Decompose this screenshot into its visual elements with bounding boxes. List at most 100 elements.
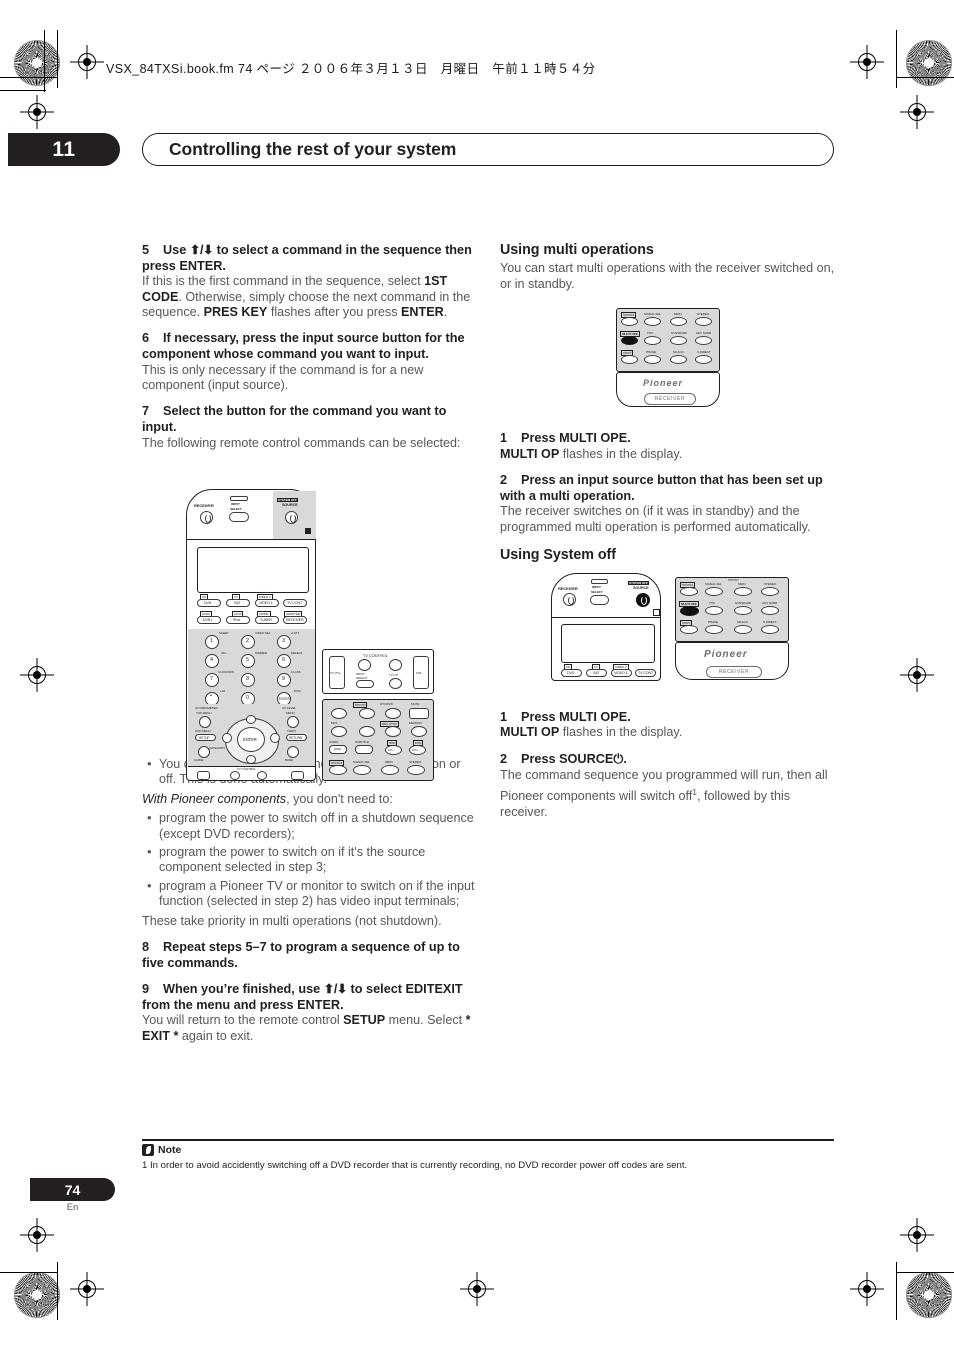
source-key-label: DVD bbox=[204, 601, 212, 605]
adv-surr-label: ADV SURR bbox=[696, 331, 712, 335]
signal-sel-label: SIGNAL SEL bbox=[705, 582, 722, 586]
multi-ope-button[interactable] bbox=[621, 336, 638, 345]
registration-starburst-top-right bbox=[906, 40, 952, 86]
signal-sel-button[interactable] bbox=[644, 317, 661, 326]
vol-label: VOL bbox=[416, 671, 422, 675]
stereo-button[interactable] bbox=[695, 317, 712, 326]
adv-surr-button[interactable] bbox=[695, 336, 712, 345]
source-key-label: TV CONT bbox=[287, 601, 303, 605]
status-button[interactable] bbox=[329, 765, 347, 775]
phase-button[interactable] bbox=[644, 355, 661, 364]
cursor-right-button[interactable] bbox=[270, 733, 280, 743]
mcacc-button[interactable] bbox=[734, 625, 752, 634]
page-language-label: En bbox=[66, 1202, 79, 1213]
standard-button[interactable] bbox=[670, 336, 687, 345]
registration-mark-bottom-right bbox=[850, 1272, 884, 1306]
midnight-button[interactable] bbox=[381, 765, 399, 775]
subtitle-button[interactable] bbox=[355, 745, 373, 754]
tv-ch-up-button[interactable] bbox=[389, 659, 402, 671]
input-select-button[interactable] bbox=[229, 512, 249, 522]
numpad-sub-label: DISC bbox=[294, 689, 301, 693]
step-7-head-text: Select the button for the command you wa… bbox=[142, 404, 447, 434]
receiver-pill-label: RECEIVER bbox=[706, 666, 762, 678]
s-direct-button[interactable] bbox=[695, 355, 712, 364]
guide-button[interactable] bbox=[198, 746, 210, 758]
ir-emitter-icon bbox=[653, 609, 660, 616]
step-9-head-a: When you’re finished, use bbox=[163, 982, 324, 997]
status-button[interactable] bbox=[680, 587, 698, 596]
priority-line: These take priority in multi operations … bbox=[142, 913, 442, 928]
step-5: 5 Use ⬆/⬇ to select a command in the sequ… bbox=[142, 243, 478, 320]
cursor-down-button[interactable] bbox=[246, 755, 256, 764]
midnight-button[interactable] bbox=[670, 317, 687, 326]
phase-label: PHASE bbox=[646, 350, 656, 354]
tv-ch-button-bottom[interactable] bbox=[257, 771, 267, 780]
section-heading-multi-operations: Using multi operations bbox=[500, 242, 654, 258]
signal-sel-button[interactable] bbox=[353, 765, 371, 775]
step-9-body: You will return to the remote control SE… bbox=[142, 1013, 478, 1044]
signal-sel-button[interactable] bbox=[705, 587, 723, 596]
signal-sel-label: SIGNAL SEL bbox=[644, 312, 661, 316]
remote-lcd-display bbox=[561, 624, 655, 663]
registration-starburst-bottom-right bbox=[906, 1272, 952, 1318]
menu-button[interactable] bbox=[287, 716, 299, 728]
step-8-head-text: Repeat steps 5–7 to program a sequence o… bbox=[142, 940, 460, 970]
stop-button[interactable] bbox=[385, 726, 401, 737]
cursor-left-button[interactable] bbox=[222, 733, 232, 743]
list-item: program the power to switch on if it's t… bbox=[147, 844, 478, 876]
source-label: SOURCE bbox=[282, 503, 298, 507]
dtv-dvd-label: DTV/DVD bbox=[380, 702, 393, 706]
system-off-label: SYSTEM OFF bbox=[277, 498, 298, 502]
input-select-button-tv[interactable] bbox=[356, 680, 374, 688]
section-heading-system-off: Using System off bbox=[500, 547, 616, 564]
step-5-bold-3: ENTER bbox=[401, 305, 444, 319]
stereo-button[interactable] bbox=[761, 587, 779, 596]
phase-button[interactable] bbox=[705, 625, 723, 634]
rewind-button[interactable] bbox=[331, 708, 347, 719]
remote-footer-section: Pioneer RECEIVER bbox=[675, 642, 789, 680]
input-select-button[interactable] bbox=[590, 595, 609, 605]
remote-tv-control-panel: TV CONTROL TV VOL INPUT SELECT TV CH VOL… bbox=[322, 649, 434, 781]
mcacc-label: MCACC bbox=[673, 350, 684, 354]
pioneer-logo: Pioneer bbox=[704, 649, 748, 660]
previous-button[interactable] bbox=[331, 726, 347, 737]
pause-button[interactable] bbox=[359, 726, 375, 737]
shift-button[interactable] bbox=[621, 355, 638, 364]
shift-button[interactable] bbox=[680, 625, 698, 634]
source-key-label: TUNER bbox=[260, 618, 272, 622]
multi-ope-button-highlighted[interactable] bbox=[680, 606, 699, 616]
midnight-button[interactable] bbox=[734, 587, 752, 596]
thx-button[interactable] bbox=[705, 606, 723, 615]
source-key-label: SAT bbox=[593, 671, 600, 675]
tv-ch-label: TV CH bbox=[389, 673, 398, 677]
cursor-up-button[interactable] bbox=[246, 715, 256, 724]
mute-button[interactable] bbox=[409, 708, 429, 719]
stereo-button[interactable] bbox=[407, 765, 425, 775]
step-9-body-1: You will return to the remote control bbox=[142, 1013, 344, 1028]
fast-forward-button[interactable] bbox=[385, 708, 401, 719]
step-7-body: The following remote control commands ca… bbox=[142, 435, 461, 450]
step-5-body: If this is the first command in the sequ… bbox=[142, 274, 478, 320]
numpad-label: 9 bbox=[282, 676, 285, 682]
adv-surr-button[interactable] bbox=[761, 606, 779, 615]
s-direct-button[interactable] bbox=[761, 625, 779, 634]
stereo-label: STEREO bbox=[697, 312, 710, 316]
tv-vol-plus-button-bottom[interactable] bbox=[197, 771, 210, 780]
receiver-pill-label: RECEIVER bbox=[644, 393, 696, 405]
pioneer-components-intro: With Pioneer components, you don't need … bbox=[142, 792, 478, 807]
tv-ch-down-button[interactable] bbox=[389, 678, 402, 689]
mcacc-button[interactable] bbox=[670, 355, 687, 364]
next-button[interactable] bbox=[411, 726, 427, 737]
vol-plus-button-bottom[interactable] bbox=[291, 771, 304, 780]
standard-button[interactable] bbox=[734, 606, 752, 615]
thx-button[interactable] bbox=[644, 336, 661, 345]
play-button[interactable] bbox=[359, 708, 375, 719]
source-key-label: TV CONT bbox=[638, 671, 654, 675]
band-button[interactable] bbox=[287, 746, 299, 758]
top-menu-button[interactable] bbox=[199, 716, 211, 728]
manual-page: VSX_84TXSi.book.fm 74 ページ ２００６年３月１３日 月曜日… bbox=[0, 0, 954, 1351]
tv-power-button[interactable] bbox=[358, 659, 371, 671]
tv-power-button-bottom[interactable] bbox=[230, 771, 240, 780]
numpad-label: 8 bbox=[246, 676, 249, 682]
status-button[interactable] bbox=[621, 317, 638, 326]
